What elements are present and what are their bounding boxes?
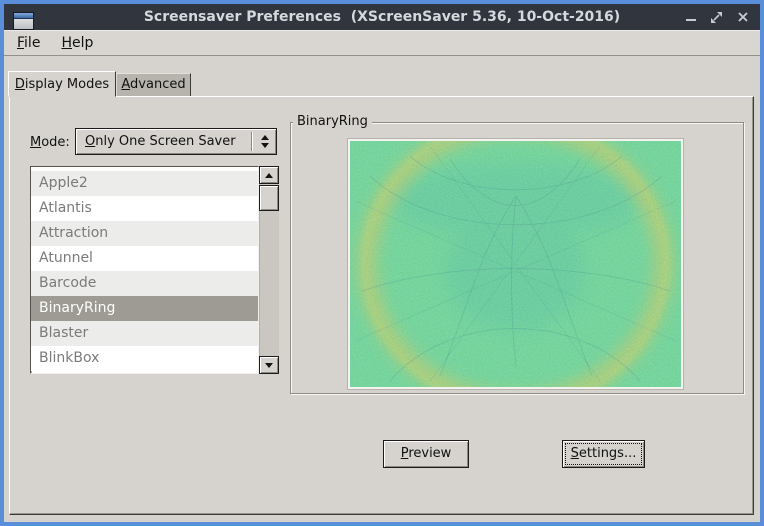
maximize-icon <box>710 11 723 24</box>
arrow-down-icon <box>261 143 269 148</box>
binaryring-preview-graphic <box>350 141 681 387</box>
mode-dropdown[interactable]: Only One Screen Saver <box>75 128 277 155</box>
screensaver-list: Apple2 Atlantis Attraction Atunnel Barco… <box>30 166 259 374</box>
close-button[interactable] <box>735 10 750 25</box>
screensaver-preview-image <box>348 139 683 389</box>
preview-frame-label: BinaryRing <box>293 114 372 129</box>
scrollbar-up-button[interactable] <box>259 166 279 184</box>
dropdown-separator <box>251 132 253 151</box>
dropdown-spinner-icon <box>258 135 272 148</box>
list-item-apple2[interactable]: Apple2 <box>31 171 258 196</box>
minimize-icon <box>686 19 696 21</box>
xscreensaver-preferences-window: Screensaver Preferences (XScreenSaver 5.… <box>0 0 764 526</box>
minimize-button[interactable] <box>683 10 698 25</box>
list-item-atunnel[interactable]: Atunnel <box>31 246 258 271</box>
titlebar[interactable]: Screensaver Preferences (XScreenSaver 5.… <box>4 4 760 30</box>
close-icon <box>737 11 749 23</box>
scrollbar-thumb[interactable] <box>259 185 279 211</box>
list-item-blinkbox[interactable]: BlinkBox <box>31 346 258 371</box>
preview-button[interactable]: Preview <box>383 440 469 468</box>
settings-button[interactable]: Settings... <box>562 440 645 468</box>
list-item-binaryring-selected[interactable]: BinaryRing <box>31 296 258 321</box>
list-item-barcode[interactable]: Barcode <box>31 271 258 296</box>
menu-help[interactable]: Help <box>61 35 93 51</box>
scroll-up-icon <box>265 173 273 178</box>
arrow-up-icon <box>261 135 269 140</box>
window-menu-icon[interactable] <box>13 12 34 30</box>
window-controls <box>683 4 750 30</box>
mode-label: Mode: <box>30 135 70 150</box>
list-item-atlantis[interactable]: Atlantis <box>31 196 258 221</box>
scroll-down-icon <box>265 363 273 368</box>
list-scrollbar[interactable] <box>259 166 279 374</box>
maximize-button[interactable] <box>709 10 724 25</box>
window-title: Screensaver Preferences (XScreenSaver 5.… <box>4 9 760 25</box>
tab-advanced[interactable]: Advanced <box>116 73 191 97</box>
list-item-blaster[interactable]: Blaster <box>31 321 258 346</box>
list-item-attraction[interactable]: Attraction <box>31 221 258 246</box>
menubar: File Help <box>4 30 760 56</box>
tab-display-modes[interactable]: Display Modes <box>8 71 116 97</box>
mode-dropdown-value: Only One Screen Saver <box>76 134 251 149</box>
scrollbar-down-button[interactable] <box>259 356 279 374</box>
menu-file[interactable]: File <box>17 35 40 51</box>
